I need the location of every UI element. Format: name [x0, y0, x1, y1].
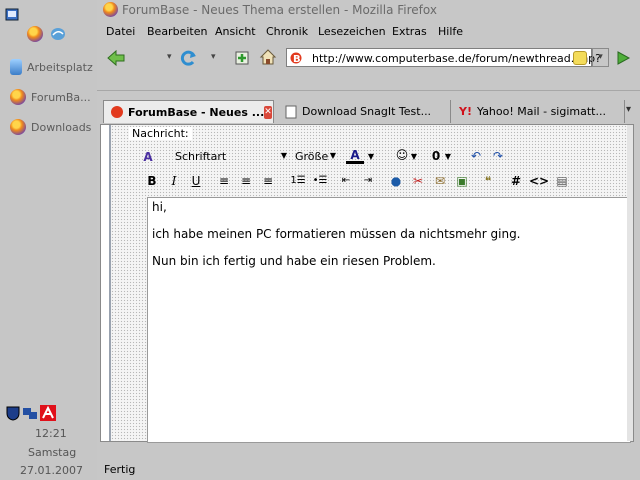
chevron-down-icon[interactable]: ▼ [443, 149, 453, 165]
shield-icon[interactable] [6, 405, 20, 421]
svg-text:B: B [293, 54, 301, 65]
font-color-icon[interactable]: A [346, 147, 364, 164]
yahoo-favicon-icon: Y! [459, 105, 472, 118]
new-tab-button[interactable] [233, 49, 251, 67]
tab-snagit[interactable]: Download SnagIt Test... [279, 100, 451, 123]
bullet-list-icon[interactable]: •☰ [311, 173, 329, 189]
menu-ansicht[interactable]: Ansicht [215, 25, 256, 38]
firefox-icon [103, 2, 118, 17]
quote-icon[interactable]: ❝ [479, 173, 497, 189]
tab-label: ForumBase - Neues ... [128, 105, 265, 119]
taskbar-item-downloads[interactable]: Downloads [10, 117, 91, 137]
window-title: ForumBase - Neues Thema erstellen - Mozi… [122, 3, 437, 17]
url-history-dropdown-icon[interactable]: ▾ [592, 48, 609, 67]
indent-icon[interactable]: ⇥ [359, 173, 377, 189]
bold-icon[interactable]: B [143, 173, 161, 189]
firefox-icon [10, 119, 26, 135]
taskbar-item-label: ForumBa... [31, 90, 91, 104]
status-text: Fertig [104, 463, 136, 476]
network-icon[interactable] [22, 405, 38, 421]
status-bar: Fertig [97, 458, 640, 480]
email-link-icon[interactable]: ✉ [431, 173, 449, 189]
back-history-dropdown-icon[interactable]: ▾ [167, 52, 172, 62]
title-bar[interactable]: ForumBase - Neues Thema erstellen - Mozi… [97, 0, 640, 20]
chevron-down-icon: ▼ [329, 151, 336, 160]
browser-window: ForumBase - Neues Thema erstellen - Mozi… [97, 0, 640, 480]
computer-icon [10, 59, 22, 75]
taskbar-item-label: Downloads [31, 120, 92, 134]
page-icon [285, 105, 297, 118]
size-select[interactable]: Größe ▼ [293, 149, 337, 165]
taskbar-item-forumbase[interactable]: ForumBa... [10, 87, 91, 107]
remove-format-icon[interactable]: A [139, 149, 157, 165]
underline-icon[interactable]: U [187, 173, 205, 189]
tab-label: Yahoo! Mail - sigimatt... [476, 105, 606, 118]
antivirus-icon[interactable] [40, 405, 56, 421]
close-tab-icon[interactable]: ✕ [264, 105, 272, 119]
firefox-icon [10, 89, 26, 105]
menu-extras[interactable]: Extras [392, 25, 427, 38]
quicklaunch-thunderbird-icon[interactable] [50, 26, 66, 42]
hashtag-icon[interactable]: # [507, 173, 525, 189]
message-line: hi, [152, 200, 167, 214]
quicklaunch-firefox-icon[interactable] [27, 26, 43, 42]
tab-bar: ForumBase - Neues ... ✕ Download SnagIt … [97, 100, 640, 124]
url-bar[interactable]: B http://www.computerbase.de/forum/newth… [286, 48, 601, 67]
align-left-icon[interactable]: ≡ [215, 173, 233, 189]
insert-link-icon[interactable]: ● [387, 173, 405, 189]
chevron-down-icon[interactable]: ▼ [366, 149, 376, 165]
site-favicon-icon: B [290, 51, 305, 65]
menu-datei[interactable]: Datei [106, 25, 135, 38]
numbered-list-icon[interactable]: 1☰ [289, 173, 307, 189]
tab-list-dropdown-icon[interactable]: ▾ [626, 104, 631, 115]
taskbar: Arbeitsplatz ForumBa... Downloads 12:21 … [0, 0, 97, 480]
align-center-icon[interactable]: ≡ [237, 173, 255, 189]
tab-label: Download SnagIt Test... [302, 105, 432, 118]
url-text: http://www.computerbase.de/forum/newthre… [312, 52, 601, 65]
taskbar-item-arbeitsplatz[interactable]: Arbeitsplatz [10, 57, 93, 77]
insert-image-icon[interactable]: ▣ [453, 173, 471, 189]
toolbar-divider [97, 90, 640, 91]
code-icon[interactable]: <> [529, 173, 549, 189]
size-select-value: Größe [295, 150, 329, 163]
reload-dropdown-icon[interactable]: ▾ [211, 52, 216, 62]
go-button[interactable] [614, 49, 632, 67]
italic-icon[interactable]: I [165, 173, 183, 189]
tab-forumbase[interactable]: ForumBase - Neues ... ✕ [103, 100, 274, 123]
page-scrollbar[interactable] [627, 125, 633, 441]
message-label: Nachricht: [129, 127, 192, 140]
message-line: Nun bin ich fertig und habe ein riesen P… [152, 254, 436, 268]
clock-date: 27.01.2007 [20, 464, 83, 477]
menu-lesezeichen[interactable]: Lesezeichen [318, 25, 386, 38]
menu-bar: Datei Bearbeiten Ansicht Chronik Lesezei… [97, 23, 640, 41]
clock-weekday: Samstag [28, 446, 77, 459]
remove-link-icon[interactable]: ✂ [409, 173, 427, 189]
message-textarea[interactable]: hi, ich habe meinen PC formatieren müsse… [147, 197, 631, 443]
menu-bearbeiten[interactable]: Bearbeiten [147, 25, 207, 38]
align-right-icon[interactable]: ≡ [259, 173, 277, 189]
message-line: ich habe meinen PC formatieren müssen da… [152, 227, 521, 241]
redo-icon[interactable]: ↷ [489, 148, 507, 164]
page-content: Nachricht: A Schriftart ▼ Größe ▼ A ▼ ☺ … [100, 124, 634, 443]
font-select-value: Schriftart [175, 150, 227, 163]
tab-yahoo-mail[interactable]: Y! Yahoo! Mail - sigimatt... [453, 100, 625, 123]
chevron-down-icon: ▼ [280, 151, 287, 160]
quicklaunch-desktop-icon[interactable] [4, 4, 22, 22]
back-button[interactable] [105, 48, 127, 68]
forumbase-favicon-icon [111, 106, 123, 118]
clock-time: 12:21 [35, 427, 67, 440]
menu-chronik[interactable]: Chronik [266, 25, 308, 38]
reload-button[interactable] [179, 48, 199, 68]
font-select[interactable]: Schriftart ▼ [169, 149, 289, 165]
feed-icon[interactable] [573, 51, 587, 65]
php-code-icon[interactable]: ▤ [553, 173, 571, 189]
chevron-down-icon[interactable]: ▼ [409, 149, 419, 165]
undo-icon[interactable]: ↶ [467, 148, 485, 164]
home-button[interactable] [259, 48, 277, 66]
outdent-icon[interactable]: ⇤ [337, 173, 355, 189]
editor-frame: Nachricht: A Schriftart ▼ Größe ▼ A ▼ ☺ … [109, 125, 631, 443]
menu-hilfe[interactable]: Hilfe [438, 25, 463, 38]
taskbar-item-label: Arbeitsplatz [27, 60, 93, 74]
